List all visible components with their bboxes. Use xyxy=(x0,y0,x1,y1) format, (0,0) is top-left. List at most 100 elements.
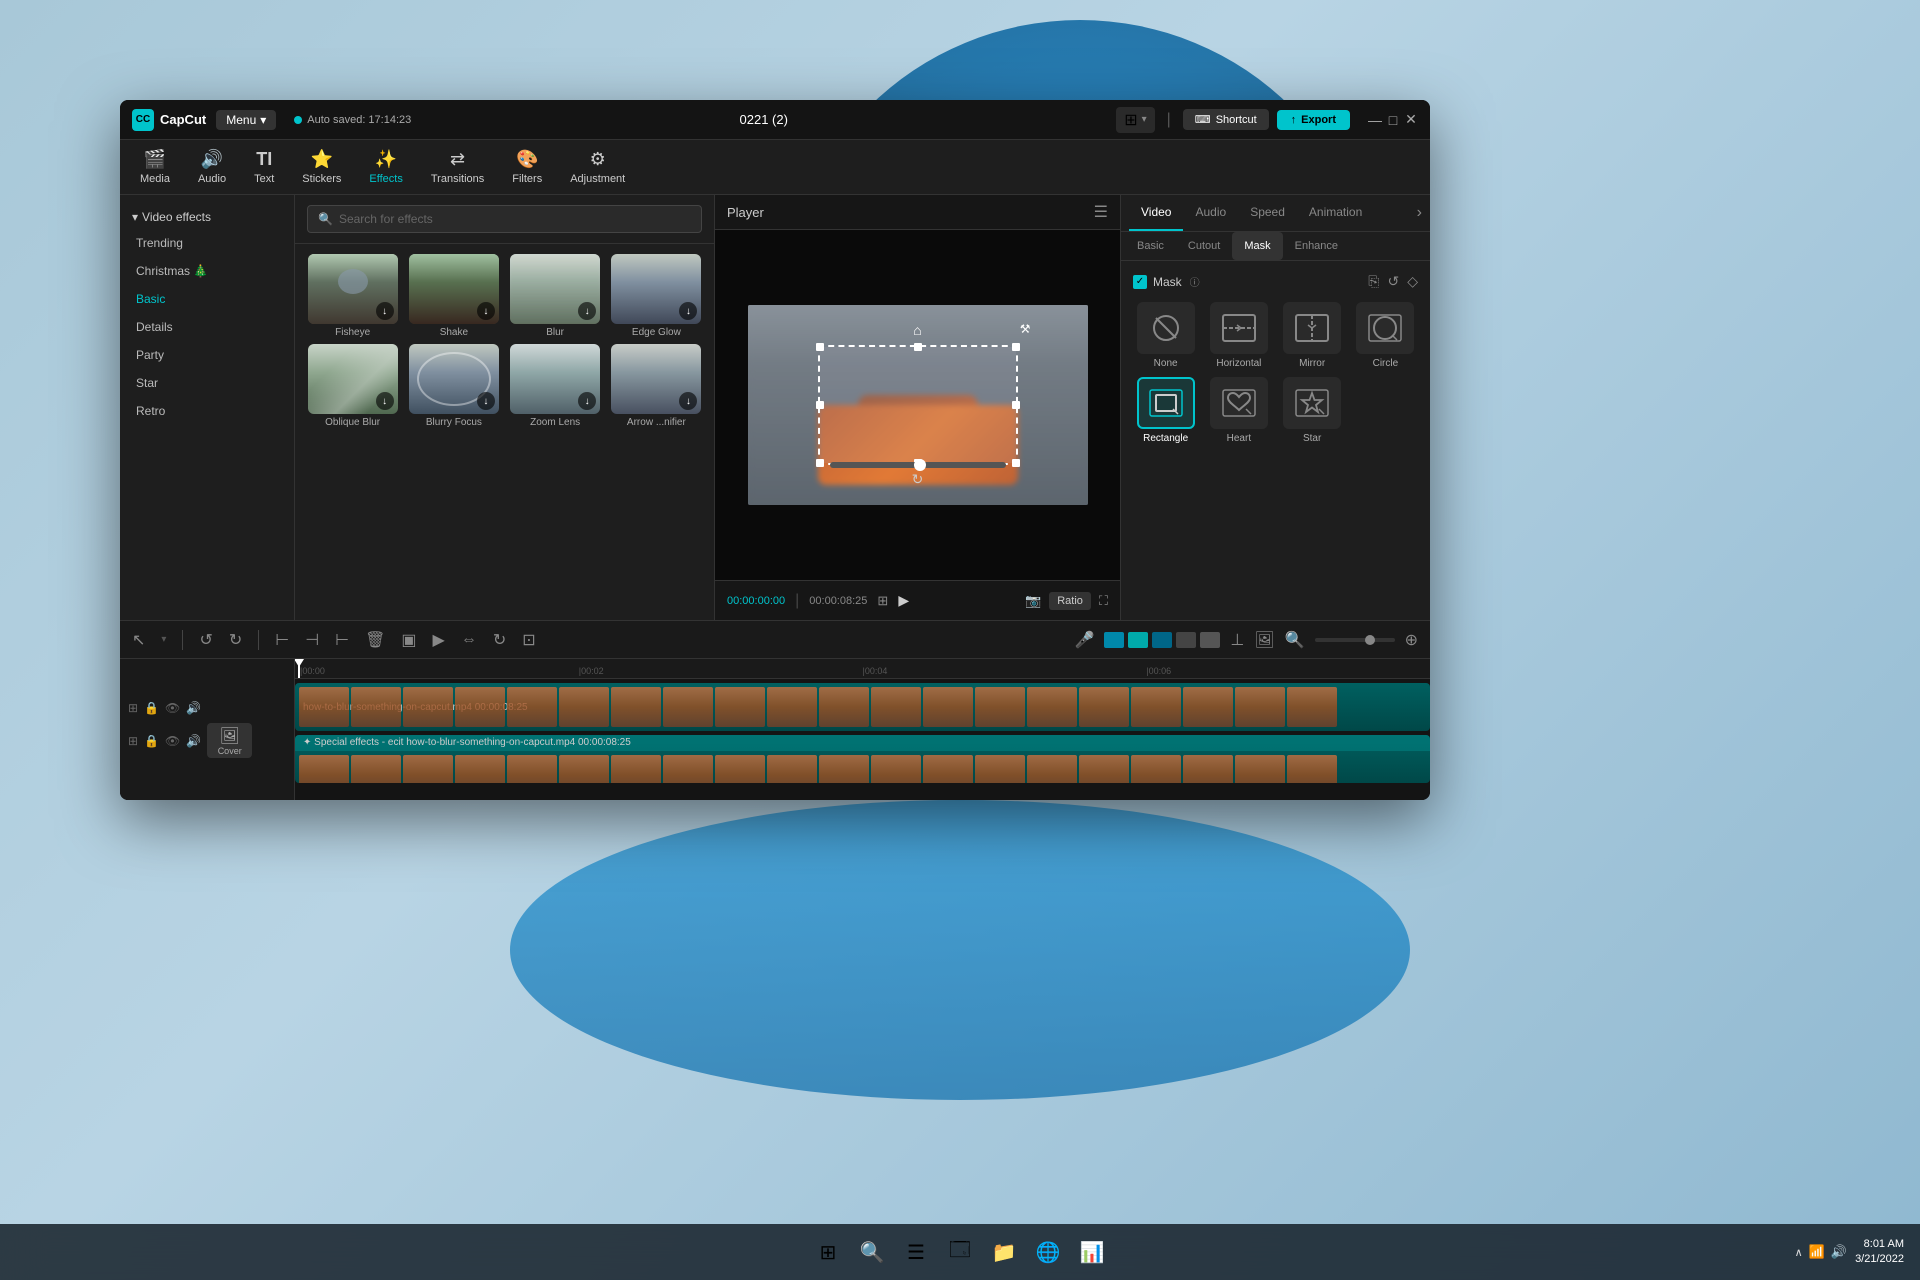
zoom-slider-thumb[interactable] xyxy=(1365,635,1375,645)
fullscreen-icon[interactable]: ⛶ xyxy=(1099,593,1108,609)
download-icon[interactable]: ↓ xyxy=(578,302,596,320)
track2-volume-icon[interactable]: 🔊 xyxy=(186,734,201,748)
mask-handle-bottom-left[interactable] xyxy=(816,459,824,467)
explorer-icon[interactable]: 📁 xyxy=(984,1232,1024,1272)
mask-handle-top-mid[interactable] xyxy=(914,343,922,351)
playhead[interactable] xyxy=(298,659,300,678)
start-button[interactable]: ⊞ xyxy=(808,1232,848,1272)
subtab-basic[interactable]: Basic xyxy=(1125,232,1176,260)
effect-blur[interactable]: ↓ Blur xyxy=(508,254,603,338)
mirror-icon[interactable]: ⇔ xyxy=(461,631,477,649)
minimize-button[interactable]: — xyxy=(1368,113,1382,127)
mask-handle-mid-left[interactable] xyxy=(816,401,824,409)
tab-video[interactable]: Video xyxy=(1129,195,1183,231)
more-tabs-icon[interactable]: › xyxy=(1417,204,1422,222)
mask-option-horizontal[interactable]: Horizontal xyxy=(1206,302,1271,369)
mask-handle-mid-right[interactable] xyxy=(1012,401,1020,409)
cover-label[interactable]: 🖼 Cover xyxy=(207,723,252,758)
download-icon[interactable]: ↓ xyxy=(679,392,697,410)
sidebar-item-retro[interactable]: Retro xyxy=(120,397,294,425)
store-icon[interactable]: 📊 xyxy=(1072,1232,1112,1272)
taskview-icon[interactable]: ☰ xyxy=(896,1232,936,1272)
tool-adjustment[interactable]: ⚙ Adjustment xyxy=(570,149,625,185)
crop-icon[interactable]: ⊡ xyxy=(522,630,535,650)
mask-handle-top-right[interactable] xyxy=(1012,343,1020,351)
download-icon[interactable]: ↓ xyxy=(376,302,394,320)
tool-effects[interactable]: ✨ Effects xyxy=(369,149,402,185)
tool-text[interactable]: TI Text xyxy=(254,149,274,185)
effect-oblique-blur[interactable]: ↓ Oblique Blur xyxy=(305,344,400,428)
search-taskbar-icon[interactable]: 🔍 xyxy=(852,1232,892,1272)
effect-blurry-focus[interactable]: ↓ Blurry Focus xyxy=(406,344,501,428)
layout-selector[interactable]: ⊞ ▾ xyxy=(1116,107,1154,133)
subtab-cutout[interactable]: Cutout xyxy=(1176,232,1232,260)
play-button[interactable]: ▶ xyxy=(898,592,909,609)
delete-icon[interactable]: 🗑 xyxy=(365,630,385,650)
split-icon[interactable]: ⊢ xyxy=(275,630,289,650)
track1-eye-icon[interactable]: 👁 xyxy=(165,701,180,715)
track-style-3[interactable] xyxy=(1152,632,1172,648)
tool-stickers[interactable]: ⭐ Stickers xyxy=(302,149,341,185)
effect-arrow-magnifier[interactable]: ↓ Arrow ...nifier xyxy=(609,344,704,428)
track2-lock-icon[interactable]: 🔒 xyxy=(144,734,159,748)
rotate-icon[interactable]: ↻ xyxy=(493,630,506,650)
effect-shake[interactable]: ↓ Shake xyxy=(406,254,501,338)
download-icon[interactable]: ↓ xyxy=(679,302,697,320)
search-input-wrapper[interactable]: 🔍 Search for effects xyxy=(307,205,702,233)
track1-grid-icon[interactable]: ⊞ xyxy=(128,701,138,715)
track-style-2[interactable] xyxy=(1128,632,1148,648)
download-icon[interactable]: ↓ xyxy=(477,302,495,320)
mask-option-star[interactable]: Star xyxy=(1280,377,1345,444)
tool-filters[interactable]: 🎨 Filters xyxy=(512,149,542,185)
copy-mask-icon[interactable]: ⎘ xyxy=(1368,273,1379,290)
mask-handle-bottom-right[interactable] xyxy=(1012,459,1020,467)
sidebar-item-party[interactable]: Party xyxy=(120,341,294,369)
ratio-button[interactable]: Ratio xyxy=(1049,592,1091,610)
track-clip-2[interactable]: ✦ Special effects - ecit how-to-blur-som… xyxy=(295,735,1430,783)
zoom-slider[interactable] xyxy=(1315,638,1395,642)
clock[interactable]: 8:01 AM 3/21/2022 xyxy=(1855,1237,1904,1268)
timeline-icon[interactable]: ⊞ xyxy=(877,593,888,609)
mask-option-heart[interactable]: Heart xyxy=(1206,377,1271,444)
track-style-4[interactable] xyxy=(1176,632,1196,648)
effect-edge-glow[interactable]: ↓ Edge Glow xyxy=(609,254,704,338)
sidebar-item-star[interactable]: Star xyxy=(120,369,294,397)
sidebar-item-basic[interactable]: Basic xyxy=(120,285,294,313)
microphone-icon[interactable]: 🎤 xyxy=(1075,630,1095,650)
mask-handle-top-left[interactable] xyxy=(816,343,824,351)
thumbnail-icon[interactable]: 🖼 xyxy=(1254,630,1274,650)
mask-option-rectangle[interactable]: Rectangle xyxy=(1133,377,1198,444)
mask-option-mirror[interactable]: Mirror xyxy=(1280,302,1345,369)
play-icon[interactable]: ▶ xyxy=(433,630,445,650)
sidebar-item-trending[interactable]: Trending xyxy=(120,229,294,257)
tool-transitions[interactable]: ⇄ Transitions xyxy=(431,149,484,185)
download-icon[interactable]: ↓ xyxy=(578,392,596,410)
network-icon[interactable]: 📶 xyxy=(1809,1244,1825,1260)
track2-eye-icon[interactable]: 👁 xyxy=(165,734,180,748)
tool-media[interactable]: 🎬 Media xyxy=(140,149,170,185)
mask-selection-box[interactable]: ⌂ ⚒ ↻ xyxy=(818,345,1018,465)
tool-chevron[interactable]: ▾ xyxy=(161,634,166,645)
effect-fisheye[interactable]: ↓ Fisheye xyxy=(305,254,400,338)
mask-option-none[interactable]: None xyxy=(1133,302,1198,369)
undo-icon[interactable]: ↺ xyxy=(199,630,212,650)
track2-grid-icon[interactable]: ⊞ xyxy=(128,734,138,748)
close-button[interactable]: ✕ xyxy=(1404,113,1418,127)
trim-left-icon[interactable]: ⊣ xyxy=(305,630,319,650)
zoom-icon[interactable]: 🔍 xyxy=(1285,630,1305,650)
sidebar-item-christmas[interactable]: Christmas 🎄 xyxy=(120,257,294,285)
subtab-mask[interactable]: Mask xyxy=(1232,232,1282,260)
subtab-enhance[interactable]: Enhance xyxy=(1283,232,1350,260)
zoom-out-icon[interactable]: ⊕ xyxy=(1405,630,1418,650)
shortcut-button[interactable]: ⌨ Shortcut xyxy=(1183,109,1269,130)
split-track-icon[interactable]: ⊥ xyxy=(1230,630,1244,650)
track-style-1[interactable] xyxy=(1104,632,1124,648)
rotate-bottom-icon[interactable]: ↻ xyxy=(912,471,924,488)
tab-speed[interactable]: Speed xyxy=(1238,195,1297,231)
widgets-icon[interactable]: 🗔 xyxy=(940,1232,980,1272)
redo-icon[interactable]: ↻ xyxy=(229,630,242,650)
tool-audio[interactable]: 🔊 Audio xyxy=(198,149,226,185)
player-menu-icon[interactable]: ☰ xyxy=(1094,202,1108,222)
menu-button[interactable]: Menu ▾ xyxy=(216,110,276,130)
trim-right-icon[interactable]: ⊢ xyxy=(335,630,349,650)
